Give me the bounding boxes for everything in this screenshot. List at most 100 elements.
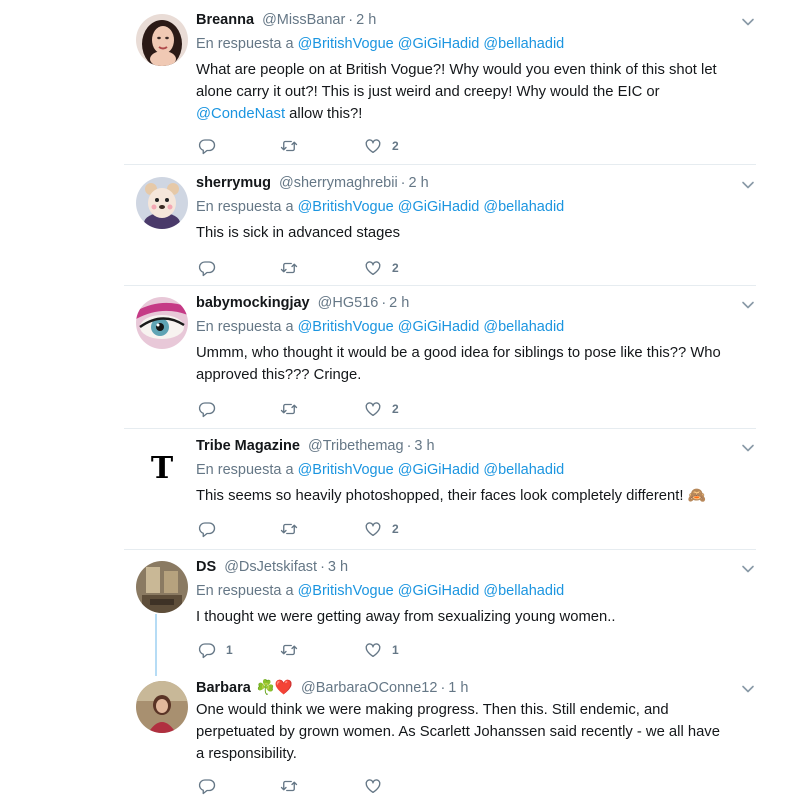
mention-link[interactable]: @GiGiHadid	[398, 199, 480, 215]
tweet[interactable]: sherrymug @sherrymaghrebii · 2 h En respue…	[124, 175, 756, 285]
chevron-down-icon[interactable]	[740, 177, 756, 193]
mention-link[interactable]: @GiGiHadid	[398, 36, 480, 52]
reply-button[interactable]	[198, 258, 226, 278]
like-button[interactable]: 1	[364, 640, 399, 660]
reply-icon	[198, 139, 216, 155]
tweet-actions: 2	[196, 519, 496, 539]
user-handle[interactable]: @BarbaraOConne12	[301, 680, 437, 696]
tweet-divider	[124, 549, 756, 550]
reply-prefix: En respuesta a	[196, 36, 294, 52]
separator-dot: ·	[440, 680, 446, 696]
reply-button[interactable]	[198, 519, 226, 539]
tweet-text: Ummm, who thought it would be a good ide…	[196, 345, 721, 383]
avatar[interactable]	[136, 14, 188, 66]
reply-count: 1	[226, 643, 233, 657]
heart-icon	[365, 139, 381, 154]
retweet-button[interactable]	[280, 399, 308, 419]
reply-prefix: En respuesta a	[196, 319, 294, 335]
mention-link[interactable]: @BritishVogue	[298, 36, 394, 52]
tweet-header: babymockingjay @HG516 · 2 h	[196, 295, 409, 315]
tweet-divider	[124, 164, 756, 165]
heart-icon	[365, 261, 381, 276]
room-photo-avatar-icon	[136, 561, 188, 613]
avatar[interactable]: T	[136, 440, 188, 492]
mention-link[interactable]: @bellahadid	[483, 583, 564, 599]
avatar[interactable]	[136, 297, 188, 349]
mention-link[interactable]: @bellahadid	[483, 462, 564, 478]
tweet-divider	[124, 285, 756, 286]
user-handle[interactable]: @DsJetskifast	[224, 559, 317, 575]
timestamp[interactable]: 3 h	[414, 438, 434, 454]
heart-icon	[365, 402, 381, 417]
mention-link[interactable]: @bellahadid	[483, 36, 564, 52]
retweet-button[interactable]	[280, 258, 308, 278]
like-button[interactable]	[364, 776, 392, 796]
tweet[interactable]: babymockingjay @HG516 · 2 h En respuesta a…	[124, 295, 756, 425]
chevron-down-icon[interactable]	[740, 440, 756, 456]
display-name[interactable]: Barbara	[196, 680, 251, 696]
separator-dot: ·	[400, 175, 406, 191]
display-name[interactable]: Breanna	[196, 12, 254, 28]
display-name[interactable]: Tribe Magazine	[196, 438, 300, 454]
avatar[interactable]	[136, 681, 188, 733]
like-button[interactable]: 2	[364, 136, 399, 156]
like-button[interactable]: 2	[364, 519, 399, 539]
like-button[interactable]: 2	[364, 399, 399, 419]
mention-link[interactable]: @GiGiHadid	[398, 583, 480, 599]
mention-link[interactable]: @GiGiHadid	[398, 462, 480, 478]
heart-icon	[365, 779, 381, 794]
user-handle[interactable]: @HG516	[318, 295, 379, 311]
timestamp[interactable]: 3 h	[328, 559, 348, 575]
timestamp[interactable]: 2 h	[356, 12, 376, 28]
mention-link[interactable]: @bellahadid	[483, 319, 564, 335]
mention-link[interactable]: @BritishVogue	[298, 583, 394, 599]
mention-link[interactable]: @CondeNast	[196, 106, 285, 122]
tweet[interactable]: Barbara ☘️❤️ @BarbaraOConne12 · 1 h One wo…	[124, 679, 756, 799]
timestamp[interactable]: 2 h	[409, 175, 429, 191]
retweet-button[interactable]	[280, 136, 308, 156]
tweet[interactable]: DS @DsJetskifast · 3 h En respuesta a @Bri…	[124, 559, 756, 669]
display-name[interactable]: DS	[196, 559, 216, 575]
retweet-icon	[280, 523, 298, 535]
tweet[interactable]: T Tribe Magazine @Tribethemag · 3 h En res…	[124, 438, 756, 548]
mention-link[interactable]: @BritishVogue	[298, 199, 394, 215]
see-no-evil-monkey-emoji: 🙈	[687, 488, 707, 504]
chevron-down-icon[interactable]	[740, 14, 756, 30]
like-count: 2	[392, 402, 399, 416]
reply-button[interactable]	[198, 136, 226, 156]
chevron-down-icon[interactable]	[740, 297, 756, 313]
reply-icon	[198, 402, 216, 418]
avatar[interactable]	[136, 177, 188, 229]
display-name[interactable]: babymockingjay	[196, 295, 310, 311]
tweet-text: This is sick in advanced stages	[196, 225, 400, 241]
reply-context: En respuesta a @BritishVogue @GiGiHadid …	[196, 199, 564, 215]
mention-link[interactable]: @BritishVogue	[298, 462, 394, 478]
bear-filter-avatar-icon	[136, 177, 188, 229]
retweet-button[interactable]	[280, 640, 308, 660]
mention-link[interactable]: @BritishVogue	[298, 319, 394, 335]
avatar[interactable]	[136, 561, 188, 613]
user-handle[interactable]: @MissBanar	[262, 12, 345, 28]
chevron-down-icon[interactable]	[740, 681, 756, 697]
mention-link[interactable]: @bellahadid	[483, 199, 564, 215]
like-button[interactable]: 2	[364, 258, 399, 278]
tweet-text: What are people on at British Vogue?! Wh…	[196, 59, 731, 125]
like-count: 2	[392, 139, 399, 153]
retweet-button[interactable]	[280, 519, 308, 539]
reply-button[interactable]	[198, 399, 226, 419]
tweet[interactable]: Breanna @MissBanar · 2 h En respuesta a @B…	[124, 12, 756, 162]
reply-icon	[198, 261, 216, 277]
user-handle[interactable]: @Tribethemag	[308, 438, 404, 454]
reply-button[interactable]: 1	[198, 640, 233, 660]
reply-context: En respuesta a @BritishVogue @GiGiHadid …	[196, 36, 564, 52]
mention-link[interactable]: @GiGiHadid	[398, 319, 480, 335]
retweet-button[interactable]	[280, 776, 308, 796]
tweet-text: I thought we were getting away from sexu…	[196, 609, 616, 625]
timestamp[interactable]: 1 h	[448, 680, 468, 696]
reply-button[interactable]	[198, 776, 226, 796]
user-handle[interactable]: @sherrymaghrebii	[279, 175, 398, 191]
chevron-down-icon[interactable]	[740, 561, 756, 577]
timestamp[interactable]: 2 h	[389, 295, 409, 311]
display-name[interactable]: sherrymug	[196, 175, 271, 191]
retweet-icon	[280, 403, 298, 415]
